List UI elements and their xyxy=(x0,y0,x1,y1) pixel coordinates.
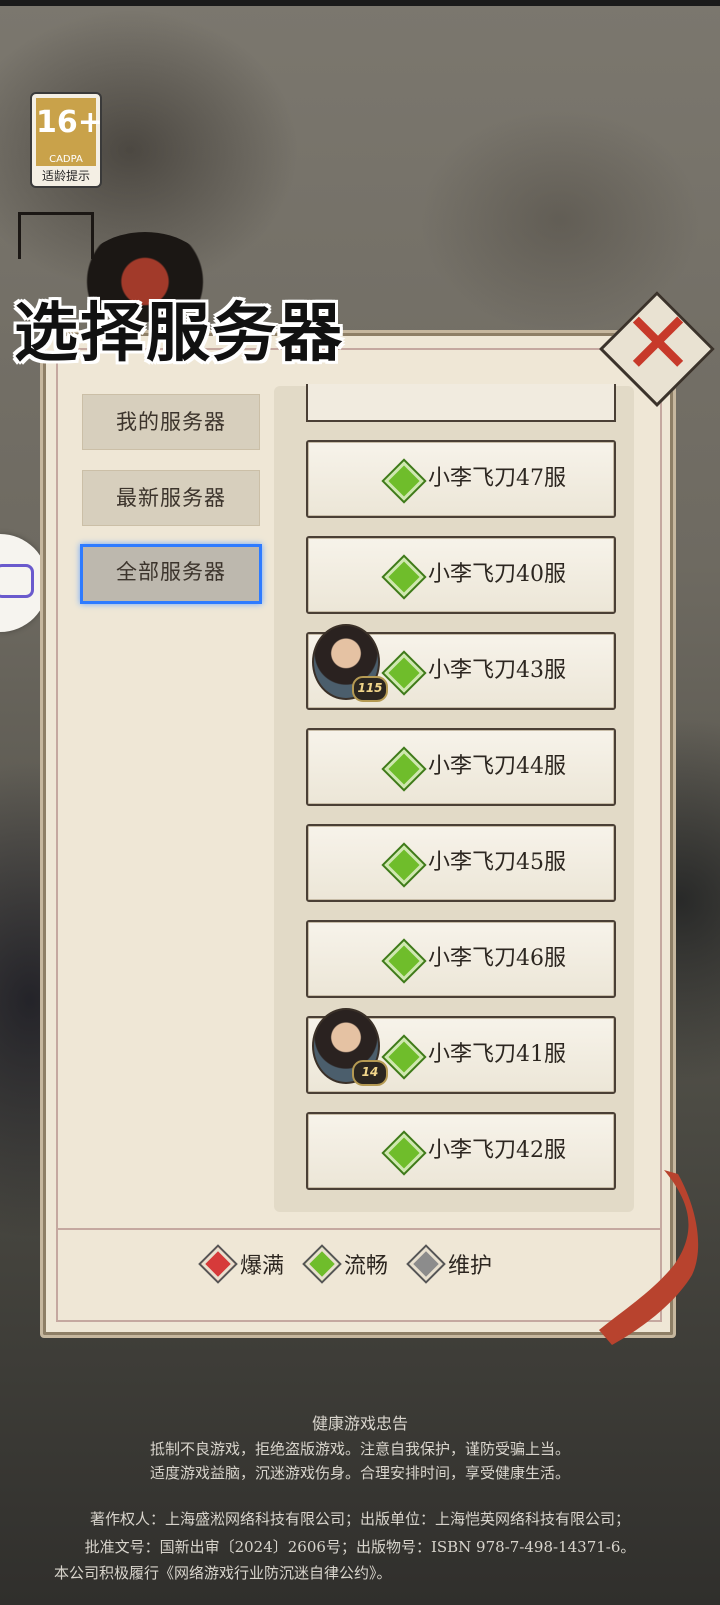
server-row-partial[interactable] xyxy=(306,384,616,422)
server-name: 小李飞刀42服 xyxy=(428,1138,566,1163)
legend-divider xyxy=(56,1228,662,1230)
server-name: 小李飞刀44服 xyxy=(428,754,566,779)
server-name: 小李飞刀43服 xyxy=(428,658,566,683)
server-row[interactable]: 小李飞刀40服 xyxy=(306,536,616,614)
legend-maintenance-label: 维护 xyxy=(448,1254,493,1279)
status-maintenance-icon xyxy=(409,1247,444,1281)
server-row[interactable]: 小李飞刀46服 xyxy=(306,920,616,998)
age-rating-tip: 适龄提示 xyxy=(41,169,90,183)
server-name: 小李飞刀46服 xyxy=(428,946,566,971)
age-rating-value: 16+ xyxy=(36,98,103,156)
page-title: 选择服务器 xyxy=(14,296,344,371)
status-full-icon xyxy=(201,1247,235,1281)
age-rating-org: CADPA xyxy=(36,154,96,166)
status-legend: 爆满 流畅 维护 xyxy=(201,1236,493,1292)
copyright-line: 著作权人：上海盛淞网络科技有限公司；出版单位：上海恺英网络科技有限公司； xyxy=(89,1510,630,1528)
age-rating-badge: 16+ CADPA 适龄提示 xyxy=(30,92,103,188)
character-level-badge: 115 xyxy=(352,676,388,702)
health-advice-line-2: 适度游戏益脑，沉迷游戏伤身。合理安排时间，享受健康生活。 xyxy=(149,1464,570,1482)
gamepad-icon xyxy=(0,564,34,598)
legend-smooth: 流畅 xyxy=(305,1247,389,1281)
server-row[interactable]: 小李飞刀44服 xyxy=(306,728,616,806)
status-smooth-icon xyxy=(384,749,424,789)
tab-newest-servers[interactable]: 最新服务器 xyxy=(82,470,260,526)
server-name: 小李飞刀41服 xyxy=(428,1042,566,1067)
server-name: 小李飞刀47服 xyxy=(428,466,566,491)
character-level-badge: 14 xyxy=(352,1060,388,1086)
server-row[interactable]: 115 小李飞刀43服 xyxy=(306,624,616,710)
ribbon-decoration xyxy=(599,1170,699,1345)
tab-all-servers[interactable]: 全部服务器 xyxy=(80,544,262,604)
legend-full-label: 爆满 xyxy=(240,1254,285,1279)
character-avatar: 14 xyxy=(312,1008,388,1086)
status-smooth-icon xyxy=(384,557,424,597)
status-smooth-icon xyxy=(384,653,424,693)
server-row[interactable]: 14 小李飞刀41服 xyxy=(306,1008,616,1094)
server-name: 小李飞刀40服 xyxy=(428,562,566,587)
legend-full: 爆满 xyxy=(201,1247,285,1281)
legend-maintenance: 维护 xyxy=(409,1247,493,1281)
close-icon[interactable]: ✕ xyxy=(618,301,698,387)
legend-smooth-label: 流畅 xyxy=(344,1254,389,1279)
pledge-line: 本公司积极履行《网络游戏行业防沉迷自律公约》。 xyxy=(54,1564,392,1582)
server-row[interactable]: 小李飞刀47服 xyxy=(306,440,616,518)
status-strip xyxy=(0,0,720,6)
character-avatar: 115 xyxy=(312,624,388,702)
health-advice-line-1: 抵制不良游戏，拒绝盗版游戏。注意自我保护，谨防受骗上当。 xyxy=(149,1440,570,1458)
status-smooth-icon xyxy=(384,1133,424,1173)
pagoda-decoration-icon xyxy=(18,212,94,259)
health-advice-title: 健康游戏忠告 xyxy=(311,1414,408,1433)
tab-my-servers[interactable]: 我的服务器 xyxy=(82,394,260,450)
status-smooth-icon xyxy=(384,941,424,981)
status-smooth-icon xyxy=(384,1037,424,1077)
status-smooth-icon xyxy=(384,845,424,885)
server-row[interactable]: 小李飞刀45服 xyxy=(306,824,616,902)
status-smooth-icon xyxy=(305,1247,339,1281)
status-smooth-icon xyxy=(384,461,424,501)
server-name: 小李飞刀45服 xyxy=(428,850,566,875)
approval-line: 批准文号：国新出审〔2024〕2606号；出版物号：ISBN 978-7-498… xyxy=(84,1538,636,1556)
server-row[interactable]: 小李飞刀42服 xyxy=(306,1112,616,1190)
